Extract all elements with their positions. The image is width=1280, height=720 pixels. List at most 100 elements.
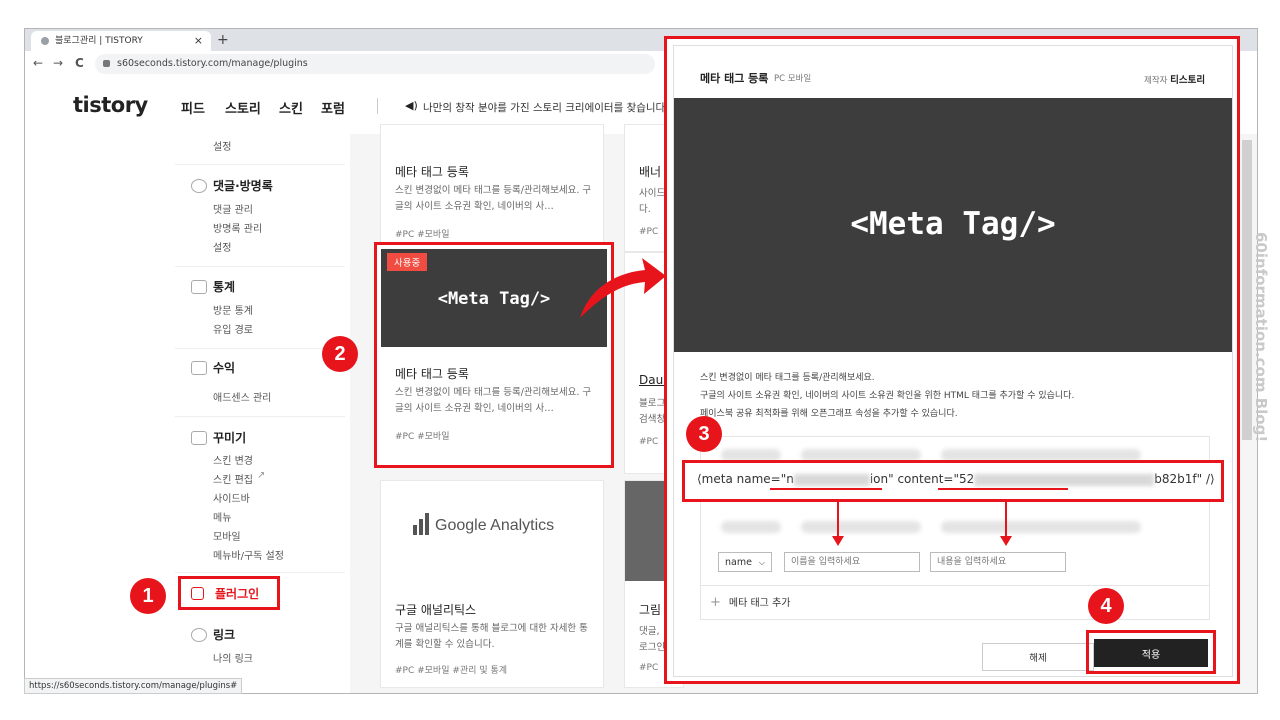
nav-forum[interactable]: 포럼 xyxy=(321,98,345,117)
sidebar-group-revenue[interactable]: 수익 xyxy=(213,359,235,376)
new-tab-button[interactable]: + xyxy=(217,31,229,49)
lock-icon xyxy=(103,60,110,67)
maker-label: 제작자 xyxy=(1144,76,1168,86)
card-title: 메타 태그 등록 xyxy=(395,165,469,179)
nav-divider xyxy=(377,98,378,114)
meta-name-input[interactable] xyxy=(784,552,920,572)
sidebar-group-stats[interactable]: 통계 xyxy=(213,278,235,295)
sidebar-item-sidebar[interactable]: 사이드바 xyxy=(213,490,250,505)
reload-icon[interactable]: C xyxy=(75,56,84,70)
watermark-text: 60information.com Blog! xyxy=(1252,232,1270,443)
add-meta-tag-button[interactable]: + 메타 태그 추가 xyxy=(710,594,790,610)
meta-content-input[interactable] xyxy=(930,552,1066,572)
meta-code-end: b82b1f" /⟩ xyxy=(1154,472,1215,486)
down-arrow-icon xyxy=(1000,502,1012,546)
tab-title: 블로그관리 | TISTORY xyxy=(55,36,143,46)
apply-button[interactable]: 적용 xyxy=(1094,639,1208,667)
link-icon xyxy=(191,628,207,642)
card-desc: 댓글, xyxy=(639,626,660,637)
step-1-marker: 1 xyxy=(130,578,166,614)
sidebar-item-visit-stats[interactable]: 방문 통계 xyxy=(213,302,253,317)
url-text: s60seconds.tistory.com/manage/plugins xyxy=(117,58,308,69)
step-4-marker: 4 xyxy=(1088,588,1124,624)
maker-name: 티스토리 xyxy=(1170,75,1206,86)
meta-code-mid: ion" content="52 xyxy=(869,472,975,486)
meta-code-start: ⟨meta name="n xyxy=(697,472,794,486)
sidebar-item-mobile[interactable]: 모바일 xyxy=(213,528,241,543)
step-3-marker: 3 xyxy=(686,416,722,452)
blurred-cell xyxy=(721,521,781,533)
sidebar-group-links[interactable]: 링크 xyxy=(213,626,235,643)
card-desc: 스킨 변경없이 메타 태그를 등록/관리해보세요. 구글의 사이트 소유권 확인… xyxy=(395,387,592,414)
nav-skin[interactable]: 스킨 xyxy=(279,98,303,117)
url-field[interactable]: s60seconds.tistory.com/manage/plugins xyxy=(95,54,655,74)
card-title: 배너 xyxy=(639,165,662,179)
sidebar-item-adsense[interactable]: 애드센스 관리 xyxy=(213,389,271,404)
sidebar-item-skin-edit[interactable]: 스킨 편집 xyxy=(213,471,253,486)
sidebar-item-menu[interactable]: 메뉴 xyxy=(213,509,231,524)
watermark: 60information.com Blog! xyxy=(1252,232,1276,492)
maker-info: 제작자 티스토리 xyxy=(1144,72,1205,86)
sidebar-item-comment-manage[interactable]: 댓글 관리 xyxy=(213,201,253,216)
nav-feed[interactable]: 피드 xyxy=(181,98,205,117)
release-button[interactable]: 해제 xyxy=(982,643,1094,671)
card-desc: 구글 애널리틱스를 통해 블로그에 대한 자세한 통계를 확인할 수 있습니다. xyxy=(395,623,588,650)
sidebar-group-comments[interactable]: 댓글·방명록 xyxy=(213,177,273,194)
card-tags: #PC #모바일 xyxy=(395,230,450,240)
table-divider xyxy=(701,585,1209,586)
ga-logo-text: Google Analytics xyxy=(435,517,555,534)
external-link-icon: ↗ xyxy=(257,470,266,481)
stats-icon xyxy=(191,280,207,294)
ga-logo-bar xyxy=(419,519,423,535)
attr-select[interactable]: name ⌵ xyxy=(718,552,772,572)
sidebar-item-skin-change[interactable]: 스킨 변경 xyxy=(213,452,253,467)
favicon-icon xyxy=(41,37,49,45)
speaker-icon: ◀) xyxy=(405,99,418,112)
card-title: 그림 xyxy=(639,603,662,617)
plugin-icon xyxy=(191,587,204,600)
sidebar-item-guestbook[interactable]: 방명록 관리 xyxy=(213,220,262,235)
tistory-logo[interactable]: tistory xyxy=(73,93,148,117)
card-thumbnail: Google Analytics xyxy=(381,481,603,581)
ga-logo-bar xyxy=(425,513,429,535)
sidebar-item-my-links[interactable]: 나의 링크 xyxy=(213,650,253,665)
notice-text[interactable]: 나만의 창작 분야를 가진 스토리 크리에이터를 찾습니다. xyxy=(423,100,669,115)
meta-tag-modal: 메타 태그 등록 PC 모바일 제작자 티스토리 <Meta Tag/> 스킨 … xyxy=(664,36,1240,684)
sidebar-item-settings-top[interactable]: 설정 xyxy=(213,138,231,153)
blurred-content xyxy=(974,473,1155,486)
plugin-card-meta-top[interactable]: 메타 태그 등록 스킨 변경없이 메타 태그를 등록/관리해보세요. 구글의 사… xyxy=(380,124,604,252)
modal-panel: 메타 태그 등록 PC 모바일 제작자 티스토리 <Meta Tag/> 스킨 … xyxy=(673,45,1233,677)
modal-desc-2: 구글의 사이트 소유권 확인, 네이버의 사이트 소유권 확인을 위한 HTML… xyxy=(700,391,1075,401)
name-underline xyxy=(770,488,882,490)
card-desc-2: 검색창 xyxy=(639,414,666,425)
sidebar-item-comment-settings[interactable]: 설정 xyxy=(213,239,231,254)
sidebar-item-plugins[interactable]: 플러그인 xyxy=(178,576,280,610)
step-2-marker: 2 xyxy=(322,336,358,372)
down-arrow-icon xyxy=(832,502,844,546)
ga-logo-icon xyxy=(413,525,417,535)
sidebar-item-menubar[interactable]: 메뉴바/구독 설정 xyxy=(213,547,284,562)
sidebar-item-referrer[interactable]: 유입 경로 xyxy=(213,321,253,336)
browser-tab[interactable]: 블로그관리 | TISTORY × xyxy=(31,31,211,51)
close-tab-icon[interactable]: × xyxy=(194,31,203,51)
nav-story[interactable]: 스토리 xyxy=(225,98,261,117)
modal-title: 메타 태그 등록 xyxy=(700,72,769,85)
card-desc: 블로그 xyxy=(639,398,666,409)
pointer-arrow-icon xyxy=(580,258,666,318)
card-tags: #PC xyxy=(639,227,659,237)
plugin-card-google-analytics[interactable]: Google Analytics 구글 애널리틱스 구글 애널리틱스를 통해 블… xyxy=(380,480,604,688)
back-icon[interactable]: ← xyxy=(33,56,43,70)
modal-desc-3: 페이스북 공유 최적화를 위해 오픈그래프 속성을 추가할 수 있습니다. xyxy=(700,409,958,419)
plus-icon: + xyxy=(710,595,721,610)
content-underline xyxy=(938,488,1068,490)
sidebar-divider xyxy=(175,348,345,349)
sidebar-divider xyxy=(175,416,345,417)
card-tags: #PC #모바일 #관리 및 통계 xyxy=(395,666,508,676)
forward-icon[interactable]: → xyxy=(53,56,63,70)
modal-desc-1: 스킨 변경없이 메타 태그를 등록/관리해보세요. xyxy=(700,373,875,383)
comment-icon xyxy=(191,179,207,193)
scrollbar[interactable] xyxy=(1242,140,1252,440)
card-tags: #PC xyxy=(639,663,659,673)
blurred-name xyxy=(793,473,870,486)
sidebar-group-decorate[interactable]: 꾸미기 xyxy=(213,429,246,446)
